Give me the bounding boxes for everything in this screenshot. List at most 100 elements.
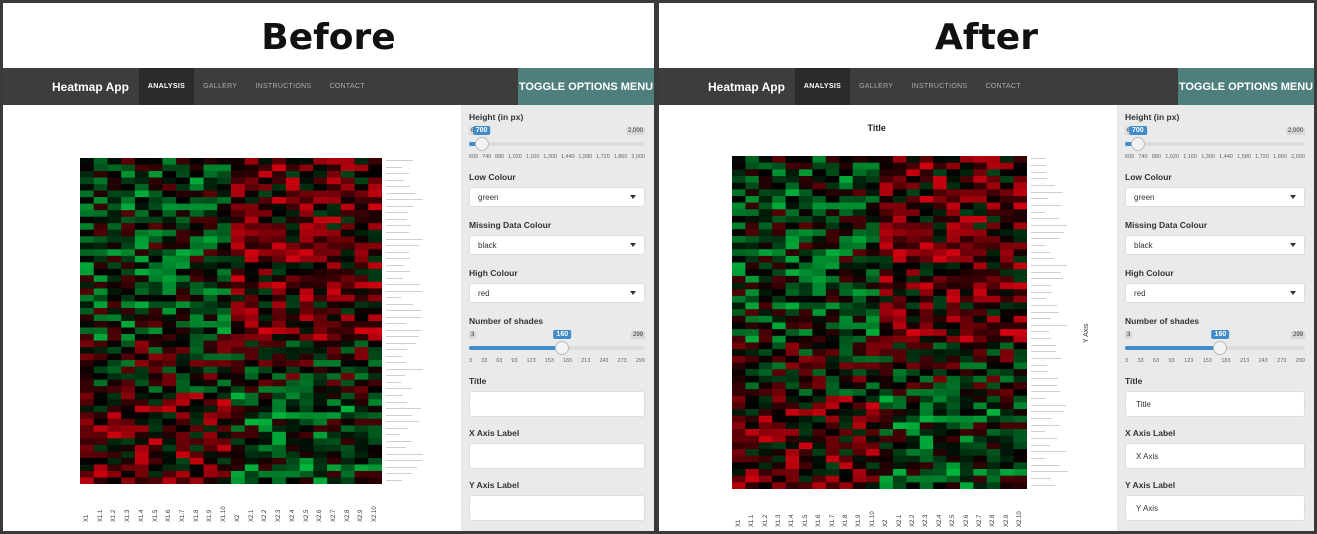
heatmap-cell xyxy=(176,177,191,185)
height-handle[interactable] xyxy=(1130,137,1145,151)
title-input[interactable] xyxy=(469,391,645,417)
row-label xyxy=(386,479,402,481)
heatmap-cell xyxy=(299,321,314,328)
row-label xyxy=(1031,418,1052,420)
heatmap-cell xyxy=(959,235,974,243)
heatmap-cell xyxy=(879,429,894,437)
heatmap-cell xyxy=(217,190,232,198)
heatmap-cell xyxy=(772,302,786,310)
heatmap-cell xyxy=(313,210,328,217)
heatmap-cell xyxy=(134,158,149,165)
height-track[interactable] xyxy=(1125,142,1305,146)
column-label: X1.6 xyxy=(816,514,823,527)
heatmap-cell xyxy=(906,382,921,390)
heatmap-cell xyxy=(313,470,328,478)
heatmap-cell xyxy=(368,216,382,224)
heatmap-cell xyxy=(189,405,204,413)
height-track[interactable] xyxy=(469,142,645,146)
heatmap-cell xyxy=(93,373,108,380)
toggle-options-button[interactable]: TOGGLE OPTIONS MENU xyxy=(1178,68,1314,105)
heatmap-cell xyxy=(825,435,840,443)
shades-handle[interactable] xyxy=(1213,341,1228,355)
heatmap-cell xyxy=(93,158,108,165)
nav-contact[interactable]: CONTACT xyxy=(976,68,1029,105)
shades-handle[interactable] xyxy=(555,341,570,355)
heatmap-cell xyxy=(189,334,204,341)
nav-gallery[interactable]: GALLERY xyxy=(194,68,246,105)
heatmap-cell xyxy=(299,334,314,341)
heatmap-cell xyxy=(758,382,773,390)
height-handle[interactable] xyxy=(474,137,489,151)
nav-analysis[interactable]: ANALYSIS xyxy=(138,68,195,105)
heatmap-cell xyxy=(946,215,961,223)
heatmap-cell xyxy=(313,242,328,250)
heatmap-cell xyxy=(313,457,328,465)
heatmap-cell xyxy=(107,268,122,276)
heatmap-cell xyxy=(313,360,328,367)
heatmap-cell xyxy=(340,392,355,400)
high-colour-select[interactable]: red xyxy=(469,283,645,303)
heatmap-cell xyxy=(745,282,760,290)
nav-gallery[interactable]: GALLERY xyxy=(850,68,902,105)
toggle-options-button[interactable]: TOGGLE OPTIONS MENU xyxy=(518,68,654,105)
heatmap-cell xyxy=(852,329,867,337)
nav-instructions[interactable]: INSTRUCTIONS xyxy=(902,68,976,105)
brand[interactable]: Heatmap App xyxy=(708,80,785,94)
heatmap-cell xyxy=(785,355,800,363)
heatmap-cell xyxy=(162,327,177,335)
heatmap-cell xyxy=(299,184,314,191)
height-slider[interactable]: 600 2,000 700 6007408801,0201,1601,3001,… xyxy=(469,126,645,169)
heatmap-svg xyxy=(80,158,382,484)
shades-slider[interactable]: 3 299 160 3 33 63 93 123 153 183 213 243 273 299 xyxy=(1125,330,1305,373)
heatmap-cell xyxy=(933,422,947,430)
high-colour-select[interactable]: red xyxy=(1125,283,1305,303)
missing-colour-select[interactable]: black xyxy=(1125,235,1305,255)
heatmap-cell xyxy=(368,242,382,250)
heatmap-cell xyxy=(1013,249,1027,257)
heatmap-cell xyxy=(231,431,246,439)
row-label xyxy=(386,368,423,370)
low-colour-select[interactable]: green xyxy=(1125,187,1305,207)
shades-slider[interactable]: 3 299 160 3 33 63 93 123 153 183 213 243 273 299 xyxy=(469,330,645,373)
heatmap-cell xyxy=(785,449,800,456)
brand[interactable]: Heatmap App xyxy=(52,80,129,94)
heatmap-cell xyxy=(93,307,108,315)
nav-analysis[interactable]: ANALYSIS xyxy=(794,68,851,105)
low-colour-select[interactable]: green xyxy=(469,187,645,207)
heatmap-cell xyxy=(772,262,786,270)
missing-colour-select[interactable]: black xyxy=(469,235,645,255)
heatmap-cell xyxy=(258,275,273,283)
title-input[interactable]: Title xyxy=(1125,391,1305,417)
heatmap-cell xyxy=(1013,409,1027,417)
heatmap-cell xyxy=(879,202,894,210)
heatmap-cell xyxy=(217,340,232,348)
heatmap-cell xyxy=(919,382,934,390)
heatmap-cell xyxy=(299,379,314,387)
heatmap-cell xyxy=(327,164,342,172)
heatmap-cell xyxy=(772,342,786,350)
heatmap-plot: Title X1 X1.1 X1.2 X1.3 X1.4 X1.5 X1.6 X1.7 X1.8… xyxy=(659,105,1117,531)
heatmap-cell xyxy=(80,464,95,472)
heatmap-cell xyxy=(799,415,813,423)
y-axis-input[interactable] xyxy=(469,495,645,521)
slider-tick: 243 xyxy=(599,358,609,364)
heatmap-cell xyxy=(1013,162,1027,170)
x-axis-input[interactable]: X Axis xyxy=(1125,443,1305,469)
heatmap-cell xyxy=(758,162,773,170)
heatmap-cell xyxy=(973,395,988,403)
height-slider[interactable]: 600 2,000 700 6007408801,0201,1601,3001,… xyxy=(1125,126,1305,169)
y-axis-input[interactable]: Y Axis xyxy=(1125,495,1305,521)
heatmap-cell xyxy=(258,249,273,257)
heatmap-cell xyxy=(852,415,867,423)
heatmap-cell xyxy=(892,475,907,483)
heatmap-cell xyxy=(812,415,827,423)
heatmap-cell xyxy=(134,340,149,348)
heatmap-cell xyxy=(354,301,369,309)
nav-instructions[interactable]: INSTRUCTIONS xyxy=(246,68,320,105)
row-label xyxy=(386,342,416,344)
nav-contact[interactable]: CONTACT xyxy=(320,68,373,105)
heatmap-cell xyxy=(839,455,853,463)
heatmap-cell xyxy=(758,402,773,410)
heatmap-cell xyxy=(785,289,800,297)
x-axis-input[interactable] xyxy=(469,443,645,469)
